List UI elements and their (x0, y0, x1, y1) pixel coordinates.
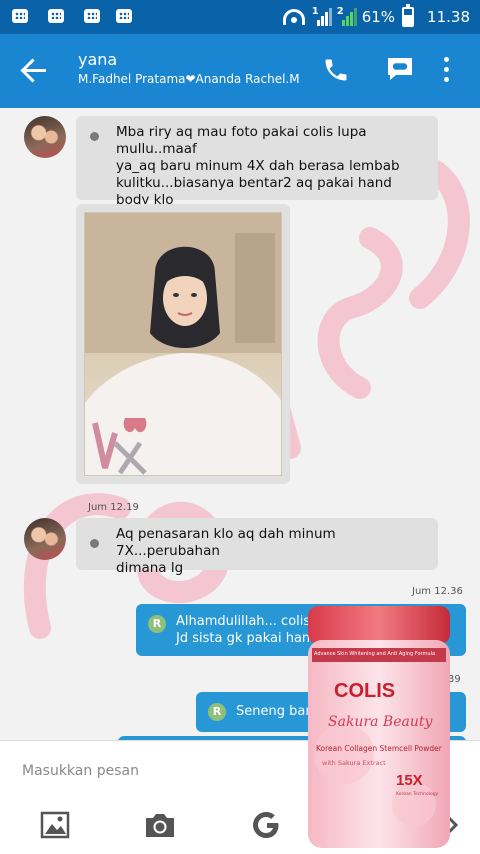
product-brand: COLIS (334, 680, 396, 702)
product-header: Advance Skin Whitening and Anti Aging Fo… (314, 651, 436, 657)
camera-icon[interactable] (144, 811, 176, 839)
app-bar: yana M.Fadhel Pratama❤Ananda Rachel.M (0, 34, 480, 108)
g-icon[interactable] (252, 811, 282, 839)
contact-avatar[interactable] (24, 518, 66, 560)
signal-sim1-icon: 1 (312, 6, 332, 26)
read-receipt-icon: R (208, 703, 226, 721)
message-input[interactable]: Masukkan pesan (22, 763, 139, 779)
wifi-icon (282, 9, 305, 25)
photo-message[interactable] (76, 204, 290, 484)
message-text: Aq penasaran klo aq dah minum 7X...perub… (116, 526, 336, 576)
bbm-notification-icon (48, 9, 64, 23)
message-text: Seneng ban (236, 704, 314, 719)
unread-dot (90, 132, 99, 141)
signal-sim2-icon: 2 (337, 6, 357, 26)
chat-bubble-icon[interactable] (386, 56, 414, 82)
message-bubble-incoming[interactable]: Mba riry aq mau foto pakai colis lupa mu… (76, 116, 438, 225)
message-timestamp: Jum 12.36 (412, 586, 463, 597)
product-description: Korean Collagen Stemcell Powder (316, 744, 442, 753)
bbm-notification-icon (12, 9, 28, 23)
read-receipt-icon: R (148, 615, 166, 633)
contact-avatar[interactable] (24, 116, 66, 158)
clock: 11.38 (427, 8, 470, 26)
bbm-notification-icon (84, 9, 100, 23)
contact-name: yana (78, 50, 118, 69)
message-bubble-incoming[interactable]: Aq penasaran klo aq dah minum 7X...perub… (76, 518, 438, 576)
unread-dot (90, 539, 99, 548)
shared-photo[interactable] (84, 212, 282, 476)
product-line: Sakura Beauty (328, 714, 433, 730)
product-jar-image: Advance Skin Whitening and Anti Aging Fo… (304, 604, 454, 850)
contact-status: M.Fadhel Pratama❤Ananda Rachel.M (78, 72, 300, 86)
more-vertical-icon[interactable] (442, 56, 450, 84)
product-description-2: with Sakura Extract (322, 759, 386, 767)
image-icon[interactable] (40, 811, 70, 839)
battery-percent: 61% (361, 8, 396, 26)
product-count: 15X (396, 772, 423, 789)
battery-icon (402, 4, 415, 27)
phone-icon[interactable] (322, 56, 350, 84)
message-timestamp: Jum 12.19 (88, 502, 139, 513)
product-footer: Korean Technology (396, 792, 439, 797)
status-bar: 1 2 61% 11.38 (0, 0, 480, 34)
arrow-left-icon[interactable] (20, 56, 48, 84)
bbm-notification-icon (116, 9, 132, 23)
